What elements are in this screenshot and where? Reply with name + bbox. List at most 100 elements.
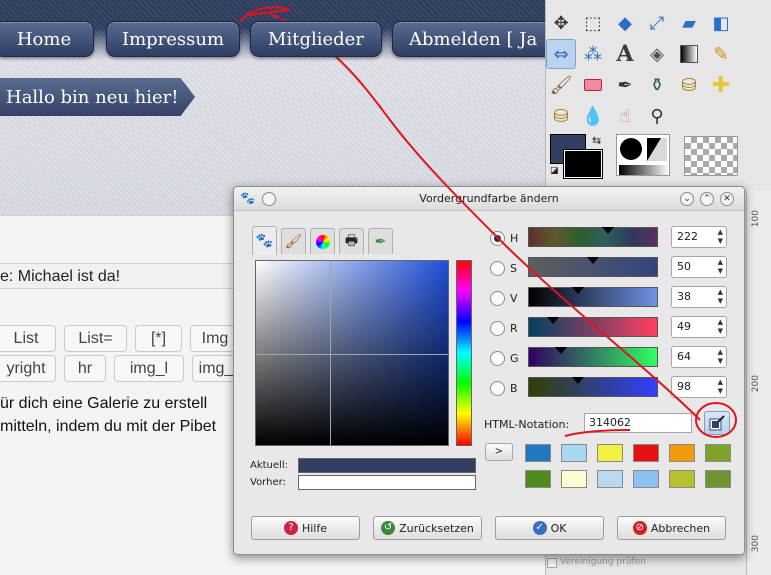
history-color-swatch[interactable] [705, 444, 731, 462]
pencil-tool-icon[interactable]: ✎ [706, 39, 736, 69]
history-color-swatch[interactable] [705, 470, 731, 488]
nav-home[interactable]: Home [0, 21, 94, 57]
current-label: Aktuell: [250, 460, 288, 471]
hue-strip[interactable] [456, 260, 472, 446]
close-button[interactable]: ✕ [720, 192, 734, 206]
history-color-swatch[interactable] [633, 444, 659, 462]
red-spinbox[interactable]: 49 ▲ ▼ [671, 316, 727, 338]
nav-impressum[interactable]: Impressum [106, 21, 240, 57]
saturation-spinbox[interactable]: 50 ▲ ▼ [671, 256, 727, 278]
text-tool-icon[interactable]: A [610, 39, 640, 69]
blue-slider[interactable] [528, 377, 658, 397]
history-color-swatch[interactable] [669, 470, 695, 488]
hue-spinbox[interactable]: 222 ▲ ▼ [671, 226, 727, 248]
bbcode-list-item-button[interactable]: [*] [135, 325, 182, 352]
hue-slider[interactable] [528, 227, 658, 247]
help-button[interactable]: ? Hilfe [251, 516, 360, 540]
radio-v[interactable] [490, 291, 505, 306]
perspective-tool-icon[interactable]: ▰ [674, 8, 704, 38]
spin-arrows-icon[interactable]: ▲ ▼ [718, 258, 723, 276]
tab-cmyk-selector[interactable]: 🖶 [339, 228, 364, 254]
bucket-fill-icon[interactable]: ◈ [642, 39, 672, 69]
tab-picker-selector[interactable]: ✒ [368, 228, 393, 254]
history-color-swatch[interactable] [561, 470, 587, 488]
background-color-swatch[interactable] [563, 149, 603, 179]
spin-arrows-icon[interactable]: ▲ ▼ [718, 288, 723, 306]
previous-color-swatch[interactable] [298, 475, 476, 490]
tab-paint-selector[interactable]: 🖌 [281, 228, 306, 254]
value-spinbox[interactable]: 38 ▲ ▼ [671, 286, 727, 308]
saturation-value-area[interactable] [255, 260, 449, 446]
eraser-tool-icon[interactable] [578, 70, 608, 100]
green-slider[interactable] [528, 347, 658, 367]
crop-tool-icon[interactable]: ◆ [610, 8, 640, 38]
minimize-button[interactable]: ⌄ [680, 192, 694, 206]
brush-preview[interactable] [616, 134, 670, 176]
radio-s[interactable] [490, 261, 505, 276]
cancel-button[interactable]: ⊘ Abbrechen [617, 516, 726, 540]
spin-arrows-icon[interactable]: ▲ ▼ [718, 318, 723, 336]
nav-abmelden[interactable]: Abmelden [ Ja [392, 21, 545, 57]
color-dialog: 🐾 Vordergrundfarbe ändern ⌄ ⌃ ✕ 🐾 🖌 🖶 ✒ … [233, 186, 745, 555]
history-color-swatch[interactable] [525, 444, 551, 462]
airbrush-tool-icon[interactable]: ✒ [610, 70, 640, 100]
pattern-preview[interactable] [684, 136, 738, 176]
heal-tool-icon[interactable]: ✚ [706, 70, 736, 100]
scale-tool-icon[interactable]: ⇔ [546, 39, 576, 69]
move-tool-icon[interactable]: ✥ [546, 8, 576, 38]
rotate-tool-icon[interactable]: ⤢ [642, 8, 672, 38]
bbcode-hr-button[interactable]: hr [64, 355, 106, 382]
smudge-tool-icon[interactable]: ☝ [610, 101, 640, 131]
green-spinbox[interactable]: 64 ▲ ▼ [671, 346, 727, 368]
maximize-button[interactable]: ⌃ [700, 192, 714, 206]
value-slider[interactable] [528, 287, 658, 307]
history-color-swatch[interactable] [597, 470, 623, 488]
blend-tool-icon[interactable] [674, 39, 704, 69]
eyedropper-icon: ✒ [374, 233, 387, 250]
bbcode-copyright-button[interactable]: yright [0, 355, 56, 382]
vertical-ruler: 100 200 300 [746, 190, 771, 575]
bbcode-list-button[interactable]: List [0, 325, 56, 352]
bbcode-list-eq-button[interactable]: List= [64, 325, 127, 352]
cage-tool-icon[interactable]: ⁂ [578, 39, 608, 69]
dodge-burn-icon[interactable]: ⚲ [642, 101, 672, 131]
spin-arrows-icon[interactable]: ▲ ▼ [718, 228, 723, 246]
blur-tool-icon[interactable]: 💧 [578, 101, 608, 131]
tab-wheel-selector[interactable] [310, 228, 335, 254]
ink-tool-icon[interactable]: ⚱ [642, 70, 672, 100]
perspective-clone-icon[interactable]: ⛁ [546, 101, 576, 131]
vereinigung-checkbox[interactable] [547, 558, 557, 568]
radio-h[interactable] [490, 231, 505, 246]
reset-colors-icon[interactable]: ◪ [550, 166, 559, 176]
tab-gimp-selector[interactable]: 🐾 [252, 226, 277, 255]
saturation-slider[interactable] [528, 257, 658, 277]
swap-colors-icon[interactable]: ⇆ [592, 134, 601, 147]
paintbrush-tool-icon[interactable]: 🖌 [546, 70, 576, 100]
color-picker-button[interactable] [704, 411, 730, 435]
history-color-swatch[interactable] [525, 470, 551, 488]
html-notation-input[interactable]: 314062 [584, 413, 692, 433]
bbcode-img-l-button[interactable]: img_l [114, 355, 184, 382]
history-color-swatch[interactable] [561, 444, 587, 462]
post-title: Hallo bin neu hier! [6, 86, 179, 108]
align-tool-icon[interactable]: ⬚ [578, 8, 608, 38]
flip-tool-icon[interactable]: ◧ [706, 8, 736, 38]
blue-spinbox[interactable]: 98 ▲ ▼ [671, 376, 727, 398]
reset-button[interactable]: ↺ Zurücksetzen [373, 516, 482, 540]
spin-arrows-icon[interactable]: ▲ ▼ [718, 348, 723, 366]
red-slider[interactable] [528, 317, 658, 337]
history-color-swatch[interactable] [597, 444, 623, 462]
ok-button[interactable]: ✓ OK [495, 516, 604, 540]
dialog-titlebar[interactable]: 🐾 Vordergrundfarbe ändern ⌄ ⌃ ✕ [234, 187, 744, 211]
radio-g[interactable] [490, 351, 505, 366]
radio-b[interactable] [490, 381, 505, 396]
clone-tool-icon[interactable]: ⛁ [674, 70, 704, 100]
channel-b-label: B [510, 382, 518, 395]
help-label: Hilfe [301, 521, 328, 535]
history-add-button[interactable]: > [485, 443, 513, 461]
nav-mitglieder[interactable]: Mitglieder [250, 21, 382, 57]
radio-r[interactable] [490, 321, 505, 336]
history-color-swatch[interactable] [669, 444, 695, 462]
spin-arrows-icon[interactable]: ▲ ▼ [718, 378, 723, 396]
history-color-swatch[interactable] [633, 470, 659, 488]
